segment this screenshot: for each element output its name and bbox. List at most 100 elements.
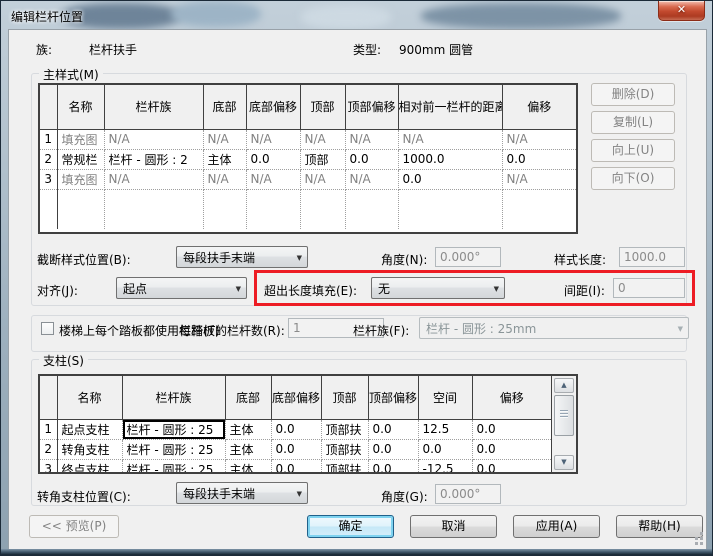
corner-posts-label: 转角支柱位置(C): — [37, 488, 131, 505]
posts-scrollbar[interactable]: ▲ ▼ — [551, 376, 576, 472]
table-cell[interactable]: 主体 — [203, 149, 246, 169]
table-cell[interactable]: N/A — [104, 169, 203, 189]
angle-g-input: 0.000° — [435, 484, 501, 504]
table-cell[interactable]: N/A — [246, 169, 300, 189]
table-cell[interactable]: 起点支柱 — [57, 419, 122, 439]
selected-table-cell[interactable]: 栏杆 - 圆形 : 25 — [122, 419, 225, 439]
table-cell[interactable]: N/A — [246, 129, 300, 149]
main-pattern-group-label: 主样式(M) — [39, 66, 103, 83]
family-value: 栏杆扶手 — [89, 41, 137, 58]
table-cell[interactable]: 0.0 — [368, 459, 418, 474]
chevron-down-icon: ▼ — [678, 325, 683, 333]
table-cell[interactable]: 常规栏 — [57, 149, 104, 169]
table-row: 2 常规栏 栏杆 - 圆形 : 2 主体 0.0 顶部 0.0 1000.0 0… — [40, 149, 576, 169]
column-header: 底部偏移 — [246, 85, 300, 129]
move-down-button: 向下(O) — [591, 167, 675, 190]
table-cell[interactable]: N/A — [203, 169, 246, 189]
row-number: 3 — [40, 459, 57, 474]
column-header: 栏杆族 — [104, 85, 203, 129]
pattern-length-input: 1000.0 — [619, 247, 685, 267]
table-cell[interactable]: 0.0 — [246, 149, 300, 169]
table-cell[interactable]: 转角支柱 — [57, 439, 122, 459]
treads-checkbox[interactable] — [41, 322, 54, 335]
table-cell[interactable]: 终点支柱 — [57, 459, 122, 474]
table-cell[interactable]: 0.0 — [271, 459, 321, 474]
table-cell[interactable]: 栏杆 - 圆形 : 25 — [122, 439, 225, 459]
titlebar-glass-blob — [171, 1, 261, 27]
corner-posts-combo[interactable]: 每段扶手末端 ▼ — [176, 482, 308, 504]
table-cell[interactable]: 0.0 — [472, 439, 551, 459]
table-cell[interactable]: 0.0 — [472, 419, 551, 439]
table-cell[interactable]: N/A — [398, 129, 502, 149]
apply-button[interactable]: 应用(A) — [513, 515, 600, 538]
table-row: 1 起点支柱 栏杆 - 圆形 : 25 主体 0.0 顶部扶 0.0 12.5 … — [40, 419, 551, 439]
column-header: 名称 — [57, 376, 122, 419]
delete-button: 删除(D) — [591, 83, 675, 106]
corner-posts-value: 每段扶手末端 — [183, 487, 255, 501]
ok-button[interactable]: 确定 — [307, 515, 394, 538]
angle-g-label: 角度(G): — [381, 488, 428, 505]
baluster-family-value: 栏杆 - 圆形 : 25mm — [426, 322, 536, 336]
excess-fill-value: 无 — [378, 282, 390, 296]
column-header: 偏移 — [502, 85, 576, 129]
baluster-family-combo: 栏杆 - 圆形 : 25mm ▼ — [419, 317, 689, 339]
table-cell[interactable]: 顶部扶 — [321, 459, 368, 474]
table-cell[interactable]: N/A — [300, 169, 345, 189]
column-header — [40, 85, 57, 129]
table-cell[interactable]: 主体 — [225, 419, 271, 439]
table-cell[interactable]: 顶部扶 — [321, 439, 368, 459]
table-cell[interactable]: 0.0 — [472, 459, 551, 474]
table-cell[interactable]: 栏杆 - 圆形 : 2 — [104, 149, 203, 169]
table-cell[interactable]: 顶部 — [300, 149, 345, 169]
table-cell[interactable]: 0.0 — [271, 419, 321, 439]
table-row: 3 终点支柱 栏杆 - 圆形 : 25 主体 0.0 顶部扶 0.0 -12.5… — [40, 459, 551, 474]
posts-table: 名称 栏杆族 底部 底部偏移 顶部 顶部偏移 空间 偏移 1 起点支柱 栏杆 -… — [38, 374, 578, 474]
table-cell[interactable]: 12.5 — [418, 419, 472, 439]
table-cell[interactable]: 0.0 — [271, 439, 321, 459]
table-cell[interactable]: 0.0 — [368, 419, 418, 439]
table-cell[interactable]: -12.5 — [418, 459, 472, 474]
scroll-up-button[interactable]: ▲ — [554, 378, 574, 393]
scroll-down-icon: ▼ — [561, 458, 566, 466]
close-icon: ✕ — [677, 3, 686, 16]
table-cell[interactable]: N/A — [104, 129, 203, 149]
justify-combo[interactable]: 起点 ▼ — [116, 277, 247, 299]
table-cell[interactable]: 0.0 — [398, 169, 502, 189]
column-header: 空间 — [418, 376, 472, 419]
scroll-thumb[interactable] — [554, 395, 574, 436]
table-cell[interactable]: 顶部扶 — [321, 419, 368, 439]
close-button[interactable]: ✕ — [658, 1, 705, 21]
table-cell[interactable]: 主体 — [225, 459, 271, 474]
cancel-button[interactable]: 取消 — [410, 515, 497, 538]
column-header: 偏移 — [472, 376, 551, 419]
table-empty-area — [40, 189, 576, 229]
table-cell[interactable]: 0.0 — [345, 149, 398, 169]
table-cell[interactable]: 主体 — [225, 439, 271, 459]
column-header: 底部 — [225, 376, 271, 419]
table-cell[interactable]: 填充图 — [57, 169, 104, 189]
column-header: 顶部偏移 — [368, 376, 418, 419]
scroll-down-button[interactable]: ▼ — [554, 455, 574, 470]
table-cell[interactable]: N/A — [203, 129, 246, 149]
table-row: 2 转角支柱 栏杆 - 圆形 : 25 主体 0.0 顶部扶 0.0 0.0 0… — [40, 439, 551, 459]
table-cell[interactable]: 0.0 — [502, 149, 576, 169]
title-bar[interactable]: 编辑栏杆位置 — [1, 1, 712, 29]
resize-grip[interactable] — [695, 542, 698, 545]
excess-fill-combo[interactable]: 无 ▼ — [371, 277, 505, 299]
table-cell[interactable]: N/A — [345, 129, 398, 149]
column-header: 底部 — [203, 85, 246, 129]
help-button[interactable]: 帮助(H) — [616, 515, 703, 538]
table-cell[interactable]: 填充图 — [57, 129, 104, 149]
balusters-per-tread-label: 每踏板的栏杆数(R): — [179, 322, 285, 339]
table-cell[interactable]: N/A — [502, 129, 576, 149]
table-cell[interactable]: 1000.0 — [398, 149, 502, 169]
column-header: 顶部 — [300, 85, 345, 129]
table-cell[interactable]: N/A — [300, 129, 345, 149]
break-pattern-combo[interactable]: 每段扶手末端 ▼ — [176, 246, 308, 268]
table-cell[interactable]: N/A — [345, 169, 398, 189]
table-cell[interactable]: 0.0 — [368, 439, 418, 459]
table-cell[interactable]: 0.0 — [418, 439, 472, 459]
justify-label: 对齐(J): — [37, 282, 78, 299]
table-cell[interactable]: N/A — [502, 169, 576, 189]
table-cell[interactable]: 栏杆 - 圆形 : 25 — [122, 459, 225, 474]
